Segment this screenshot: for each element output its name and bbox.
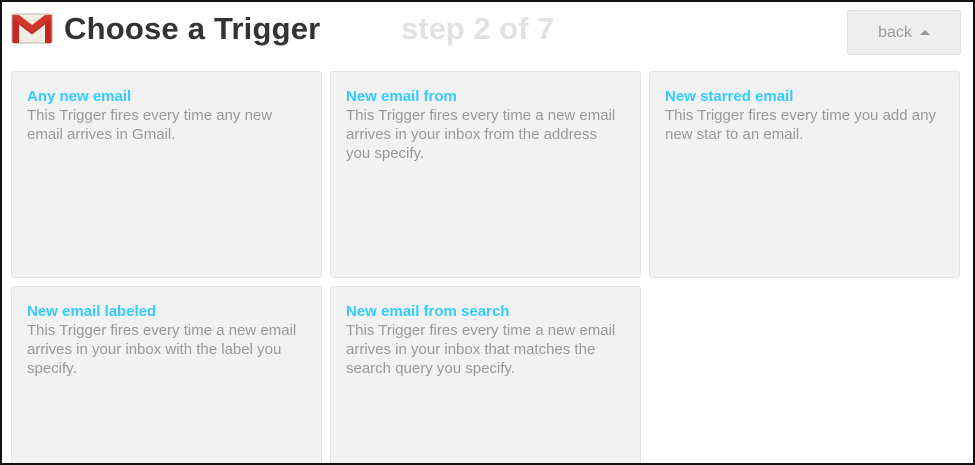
- trigger-title: New email from: [346, 88, 457, 105]
- trigger-description: This Trigger fires every time any new em…: [27, 107, 273, 143]
- trigger-card-new-email-labeled[interactable]: New email labeled This Trigger fires eve…: [11, 286, 322, 463]
- trigger-card-any-new-email[interactable]: Any new email This Trigger fires every t…: [11, 71, 322, 278]
- back-button-label: back: [878, 23, 912, 41]
- trigger-card-new-email-from[interactable]: New email from This Trigger fires every …: [330, 71, 641, 278]
- gmail-icon: [11, 13, 53, 44]
- step-indicator: step 2 of 7: [401, 11, 555, 46]
- trigger-description: This Trigger fires every time you add an…: [665, 107, 936, 143]
- caret-up-icon: [919, 29, 930, 35]
- trigger-description: This Trigger fires every time a new emai…: [346, 107, 616, 162]
- trigger-description: This Trigger fires every time a new emai…: [346, 322, 616, 377]
- trigger-description: This Trigger fires every time a new emai…: [27, 322, 297, 377]
- trigger-picker-panel: Choose a Trigger step 2 of 7 back Any ne…: [0, 0, 975, 465]
- back-button[interactable]: back: [847, 10, 961, 55]
- trigger-title: New email labeled: [27, 303, 157, 320]
- trigger-card-new-starred-email[interactable]: New starred email This Trigger fires eve…: [649, 71, 960, 278]
- trigger-title: New email from search: [346, 303, 510, 320]
- trigger-title: Any new email: [27, 88, 132, 105]
- header: Choose a Trigger step 2 of 7 back: [2, 2, 973, 64]
- page-title: Choose a Trigger: [64, 11, 321, 46]
- trigger-title: New starred email: [665, 88, 794, 105]
- trigger-card-new-email-from-search[interactable]: New email from search This Trigger fires…: [330, 286, 641, 463]
